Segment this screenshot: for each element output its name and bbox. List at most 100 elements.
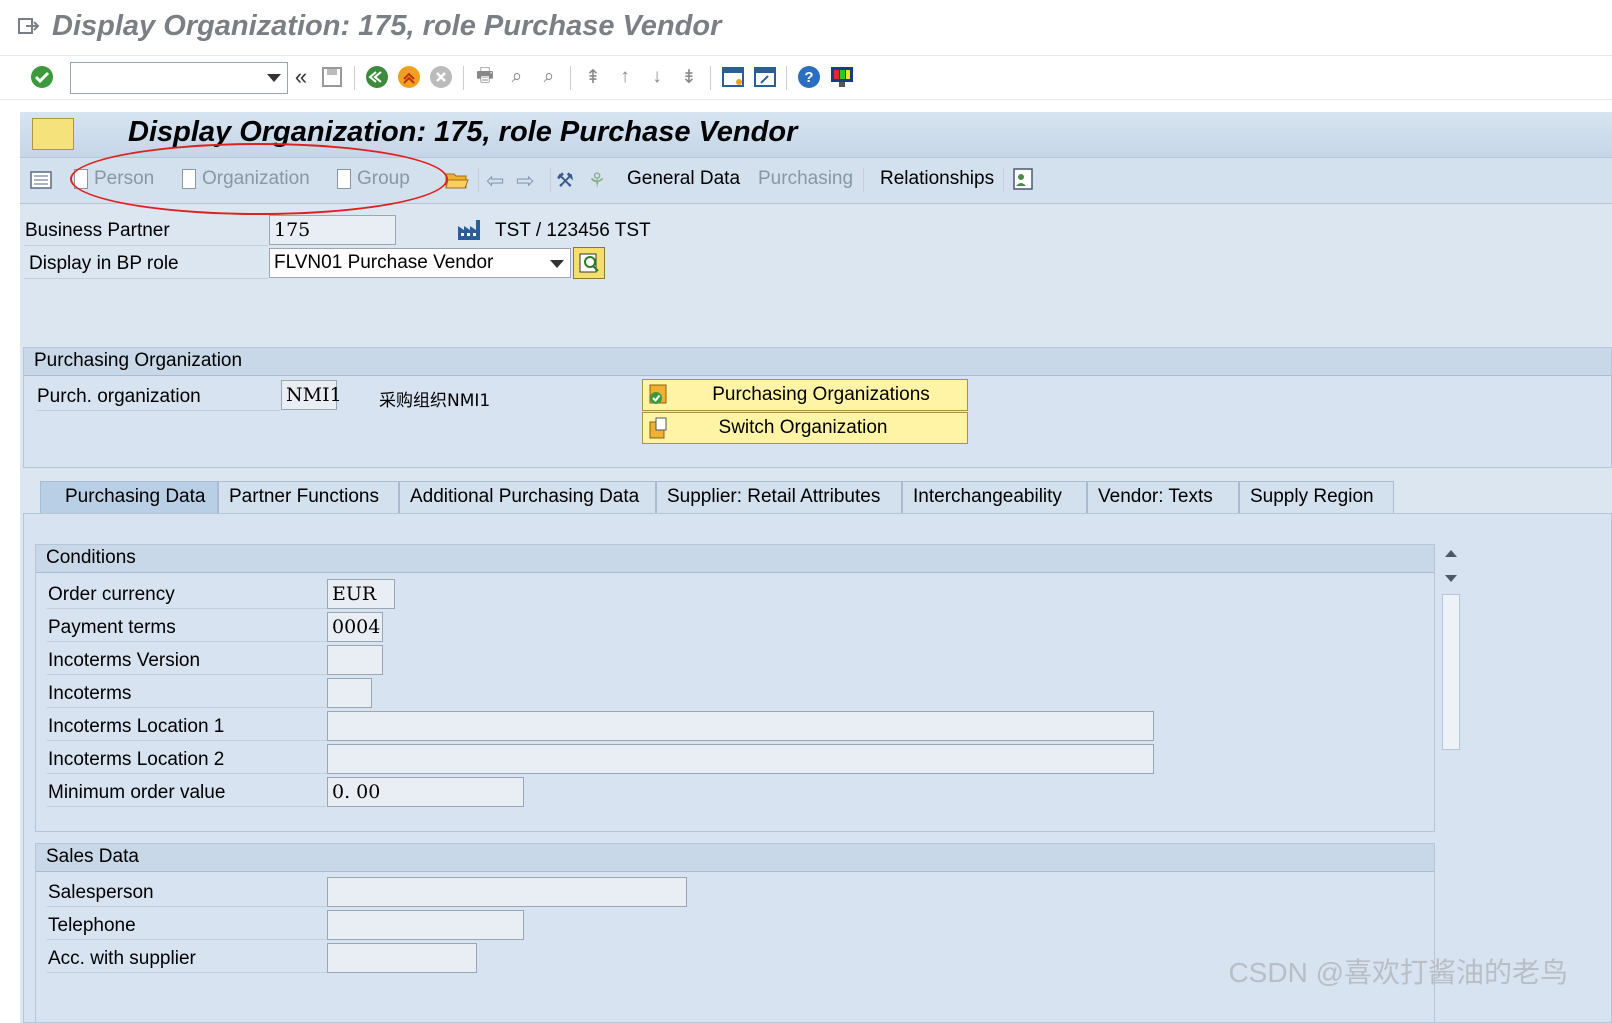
tab-vendor-texts[interactable]: Vendor: Texts: [1087, 481, 1239, 513]
tab-supply-region[interactable]: Supply Region: [1239, 481, 1394, 513]
relationships-button[interactable]: Relationships: [880, 168, 994, 190]
where-used-icon[interactable]: ⚒: [556, 168, 574, 193]
hierarchy-icon[interactable]: ⚘: [588, 168, 606, 193]
watermark: CSDN @喜欢打酱油的老鸟: [1228, 957, 1568, 988]
locator-toggle-icon[interactable]: [30, 170, 52, 190]
purch-org-label: Purch. organization: [37, 386, 201, 407]
factory-icon: [458, 220, 480, 240]
svg-text:?: ?: [804, 69, 813, 86]
telephone-label: Telephone: [48, 915, 136, 936]
first-page-icon[interactable]: ⇞: [581, 65, 605, 89]
business-partner-label: Business Partner: [25, 220, 170, 241]
incoterms-label: Incoterms: [48, 683, 132, 704]
exit-up-icon[interactable]: [397, 65, 421, 89]
tab-partner-functions[interactable]: Partner Functions: [218, 481, 399, 513]
cancel-icon[interactable]: [429, 65, 453, 89]
section-title: Conditions: [36, 545, 1434, 573]
incoterms-location1-label: Incoterms Location 1: [48, 716, 225, 737]
arrow-right-icon[interactable]: ⇨: [516, 168, 534, 194]
salesperson-label: Salesperson: [48, 882, 154, 903]
find-next-icon[interactable]: ⌕: [537, 65, 561, 89]
create-session-icon[interactable]: [721, 65, 745, 89]
collapse-icon[interactable]: «: [289, 64, 313, 89]
salesperson-field[interactable]: [327, 877, 687, 907]
arrow-left-icon[interactable]: ⇦: [486, 168, 504, 194]
separator: [550, 168, 551, 192]
scroll-up-icon[interactable]: [1445, 550, 1457, 557]
last-page-icon[interactable]: ⇟: [677, 65, 701, 89]
separator: [570, 66, 571, 90]
partner-name: TST / 123456 TST: [495, 220, 651, 241]
label-underline: [47, 773, 327, 774]
purch-org-field[interactable]: NMI1: [281, 380, 342, 410]
separator: [463, 66, 464, 90]
acc-with-supplier-field[interactable]: [327, 943, 477, 973]
org-check-icon: [649, 384, 667, 404]
separator: [786, 66, 787, 90]
minimum-order-value-label: Minimum order value: [48, 782, 226, 803]
separator: [1003, 168, 1004, 192]
incoterms-location1-field[interactable]: [327, 711, 1154, 741]
separator: [354, 66, 355, 90]
print-icon[interactable]: 🖶: [473, 65, 497, 89]
conditions-section: Conditions: [35, 544, 1435, 832]
command-field[interactable]: [70, 62, 288, 94]
switch-organization-button[interactable]: Switch Organization: [642, 412, 968, 444]
label-underline: [47, 608, 327, 609]
previous-page-icon[interactable]: ↑: [613, 65, 637, 89]
incoterms-location2-field[interactable]: [327, 744, 1154, 774]
purchasing-button[interactable]: Purchasing: [758, 168, 853, 190]
incoterms-location2-label: Incoterms Location 2: [48, 749, 225, 770]
general-data-button[interactable]: General Data: [627, 168, 740, 190]
enter-check-icon[interactable]: [30, 65, 54, 89]
acc-with-supplier-label: Acc. with supplier: [48, 948, 196, 969]
label-underline: [47, 707, 327, 708]
scroll-down-icon[interactable]: [1445, 575, 1457, 582]
exit-icon[interactable]: [18, 16, 40, 36]
customize-layout-icon[interactable]: [829, 65, 855, 89]
window-title: Display Organization: 175, role Purchase…: [52, 10, 722, 42]
find-icon[interactable]: ⌕: [505, 65, 529, 89]
help-icon[interactable]: ?: [797, 65, 821, 89]
scrollbar-thumb[interactable]: [1442, 594, 1460, 750]
label-underline: [47, 906, 327, 907]
label-underline: [24, 278, 268, 279]
switch-org-icon: [649, 417, 667, 439]
chevron-down-icon[interactable]: [267, 74, 281, 82]
chevron-down-icon[interactable]: [550, 260, 564, 268]
incoterms-field[interactable]: [327, 678, 372, 708]
tab-supplier-retail-attributes[interactable]: Supplier: Retail Attributes: [656, 481, 902, 513]
tab-additional-purchasing-data[interactable]: Additional Purchasing Data: [399, 481, 656, 513]
label-underline: [47, 740, 327, 741]
section-title: Purchasing Organization: [24, 348, 1611, 376]
label-underline: [47, 674, 327, 675]
payment-terms-field[interactable]: 0004: [327, 612, 383, 642]
bp-role-dropdown[interactable]: FLVN01 Purchase Vendor: [269, 248, 571, 278]
incoterms-version-label: Incoterms Version: [48, 650, 201, 671]
business-partner-field[interactable]: 175: [269, 215, 396, 245]
telephone-field[interactable]: [327, 910, 524, 940]
label-underline: [36, 410, 280, 411]
standard-toolbar: « 🖶 ⌕ ⌕ ⇞ ↑ ↓ ⇟ ?: [0, 56, 1612, 100]
order-currency-label: Order currency: [48, 584, 175, 605]
purchasing-organizations-button[interactable]: Purchasing Organizations: [642, 379, 968, 411]
next-page-icon[interactable]: ↓: [645, 65, 669, 89]
label-underline: [47, 806, 327, 807]
display-icon: [579, 253, 599, 273]
object-menu-icon[interactable]: [32, 118, 74, 150]
separator: [710, 66, 711, 90]
partner-overview-icon[interactable]: [1012, 167, 1034, 191]
create-shortcut-icon[interactable]: [753, 65, 777, 89]
back-icon[interactable]: [365, 65, 389, 89]
minimum-order-value-field[interactable]: 0. 00: [327, 777, 524, 807]
save-icon[interactable]: [320, 65, 344, 89]
label-underline: [24, 245, 268, 246]
window-title-bar: Display Organization: 175, role Purchase…: [0, 0, 1612, 56]
order-currency-field[interactable]: EUR: [327, 579, 395, 609]
label-underline: [47, 641, 327, 642]
tab-interchangeability[interactable]: Interchangeability: [902, 481, 1087, 513]
payment-terms-label: Payment terms: [48, 617, 176, 638]
tab-purchasing-data[interactable]: Purchasing Data: [40, 481, 218, 513]
switch-role-button[interactable]: [573, 247, 605, 279]
incoterms-version-field[interactable]: [327, 645, 383, 675]
